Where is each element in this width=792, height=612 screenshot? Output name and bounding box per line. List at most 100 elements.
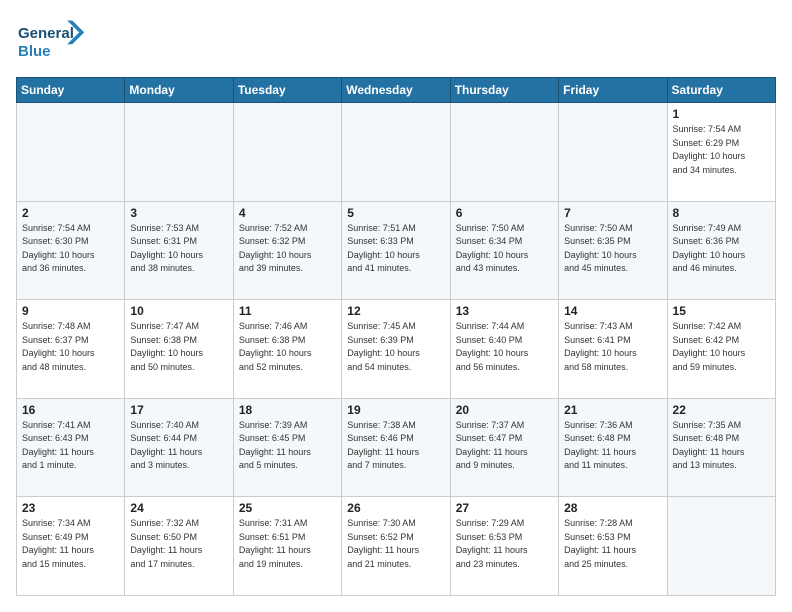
day-number: 4 xyxy=(239,206,336,220)
logo: General Blue xyxy=(16,16,106,69)
day-number: 23 xyxy=(22,501,119,515)
day-number: 3 xyxy=(130,206,227,220)
day-cell: 21 Sunrise: 7:36 AMSunset: 6:48 PMDayligh… xyxy=(559,398,667,497)
day-cell: 8Sunrise: 7:49 AMSunset: 6:36 PMDaylight… xyxy=(667,201,775,300)
day-info: Sunrise: 7:50 AMSunset: 6:35 PMDaylight:… xyxy=(564,222,661,276)
day-number: 22 xyxy=(673,403,770,417)
day-number: 17 xyxy=(130,403,227,417)
day-info: Sunrise: 7:54 AMSunset: 6:30 PMDaylight:… xyxy=(22,222,119,276)
day-info: Sunrise: 7:42 AMSunset: 6:42 PMDaylight:… xyxy=(673,320,770,374)
day-cell xyxy=(233,103,341,202)
day-cell: 24Sunrise: 7:32 AMSunset: 6:50 PMDayligh… xyxy=(125,497,233,596)
day-info: Sunrise: 7:50 AMSunset: 6:34 PMDaylight:… xyxy=(456,222,553,276)
day-cell: 3 Sunrise: 7:53 AMSunset: 6:31 PMDaylight… xyxy=(125,201,233,300)
day-cell: 16Sunrise: 7:41 AMSunset: 6:43 PMDayligh… xyxy=(17,398,125,497)
day-number: 10 xyxy=(130,304,227,318)
svg-text:Blue: Blue xyxy=(18,43,51,60)
day-cell: 7 Sunrise: 7:50 AMSunset: 6:35 PMDaylight… xyxy=(559,201,667,300)
calendar-page: General Blue SundayMondayTuesdayWednesda… xyxy=(0,0,792,612)
day-info: Sunrise: 7:38 AMSunset: 6:46 PMDaylight:… xyxy=(347,419,444,473)
day-cell: 1 Sunrise: 7:54 AMSunset: 6:29 PMDaylight… xyxy=(667,103,775,202)
day-info: Sunrise: 7:53 AMSunset: 6:31 PMDaylight:… xyxy=(130,222,227,276)
day-number: 16 xyxy=(22,403,119,417)
day-cell xyxy=(125,103,233,202)
weekday-wednesday: Wednesday xyxy=(342,78,450,103)
day-cell: 19 Sunrise: 7:38 AMSunset: 6:46 PMDayligh… xyxy=(342,398,450,497)
day-info: Sunrise: 7:39 AMSunset: 6:45 PMDaylight:… xyxy=(239,419,336,473)
day-info: Sunrise: 7:45 AMSunset: 6:39 PMDaylight:… xyxy=(347,320,444,374)
day-info: Sunrise: 7:37 AMSunset: 6:47 PMDaylight:… xyxy=(456,419,553,473)
day-number: 6 xyxy=(456,206,553,220)
day-info: Sunrise: 7:44 AMSunset: 6:40 PMDaylight:… xyxy=(456,320,553,374)
day-number: 8 xyxy=(673,206,770,220)
week-row-5: 23 Sunrise: 7:34 AMSunset: 6:49 PMDayligh… xyxy=(17,497,776,596)
day-cell xyxy=(667,497,775,596)
day-info: Sunrise: 7:40 AMSunset: 6:44 PMDaylight:… xyxy=(130,419,227,473)
week-row-2: 2Sunrise: 7:54 AMSunset: 6:30 PMDaylight… xyxy=(17,201,776,300)
day-cell: 12 Sunrise: 7:45 AMSunset: 6:39 PMDayligh… xyxy=(342,300,450,399)
day-info: Sunrise: 7:47 AMSunset: 6:38 PMDaylight:… xyxy=(130,320,227,374)
day-info: Sunrise: 7:35 AMSunset: 6:48 PMDaylight:… xyxy=(673,419,770,473)
day-cell: 2Sunrise: 7:54 AMSunset: 6:30 PMDaylight… xyxy=(17,201,125,300)
day-info: Sunrise: 7:51 AMSunset: 6:33 PMDaylight:… xyxy=(347,222,444,276)
calendar-table: SundayMondayTuesdayWednesdayThursdayFrid… xyxy=(16,77,776,596)
day-cell: 15 Sunrise: 7:42 AMSunset: 6:42 PMDayligh… xyxy=(667,300,775,399)
week-row-4: 16Sunrise: 7:41 AMSunset: 6:43 PMDayligh… xyxy=(17,398,776,497)
day-number: 7 xyxy=(564,206,661,220)
day-number: 20 xyxy=(456,403,553,417)
day-number: 19 xyxy=(347,403,444,417)
day-cell: 14Sunrise: 7:43 AMSunset: 6:41 PMDayligh… xyxy=(559,300,667,399)
header: General Blue xyxy=(16,16,776,69)
day-number: 13 xyxy=(456,304,553,318)
weekday-friday: Friday xyxy=(559,78,667,103)
day-info: Sunrise: 7:32 AMSunset: 6:50 PMDaylight:… xyxy=(130,517,227,571)
weekday-thursday: Thursday xyxy=(450,78,558,103)
day-info: Sunrise: 7:46 AMSunset: 6:38 PMDaylight:… xyxy=(239,320,336,374)
day-info: Sunrise: 7:52 AMSunset: 6:32 PMDaylight:… xyxy=(239,222,336,276)
week-row-1: 1 Sunrise: 7:54 AMSunset: 6:29 PMDaylight… xyxy=(17,103,776,202)
day-info: Sunrise: 7:28 AMSunset: 6:53 PMDaylight:… xyxy=(564,517,661,571)
day-cell: 5 Sunrise: 7:51 AMSunset: 6:33 PMDaylight… xyxy=(342,201,450,300)
weekday-monday: Monday xyxy=(125,78,233,103)
day-cell xyxy=(559,103,667,202)
day-number: 9 xyxy=(22,304,119,318)
weekday-header-row: SundayMondayTuesdayWednesdayThursdayFrid… xyxy=(17,78,776,103)
day-cell: 13 Sunrise: 7:44 AMSunset: 6:40 PMDayligh… xyxy=(450,300,558,399)
day-cell: 28 Sunrise: 7:28 AMSunset: 6:53 PMDayligh… xyxy=(559,497,667,596)
day-number: 12 xyxy=(347,304,444,318)
day-cell: 6 Sunrise: 7:50 AMSunset: 6:34 PMDaylight… xyxy=(450,201,558,300)
day-number: 14 xyxy=(564,304,661,318)
day-number: 11 xyxy=(239,304,336,318)
day-number: 15 xyxy=(673,304,770,318)
day-cell: 11 Sunrise: 7:46 AMSunset: 6:38 PMDayligh… xyxy=(233,300,341,399)
day-cell xyxy=(17,103,125,202)
weekday-sunday: Sunday xyxy=(17,78,125,103)
logo-icon: General Blue xyxy=(16,16,106,64)
day-cell xyxy=(450,103,558,202)
day-number: 1 xyxy=(673,107,770,121)
day-info: Sunrise: 7:30 AMSunset: 6:52 PMDaylight:… xyxy=(347,517,444,571)
day-number: 28 xyxy=(564,501,661,515)
day-info: Sunrise: 7:36 AMSunset: 6:48 PMDaylight:… xyxy=(564,419,661,473)
day-info: Sunrise: 7:54 AMSunset: 6:29 PMDaylight:… xyxy=(673,123,770,177)
day-number: 26 xyxy=(347,501,444,515)
day-cell xyxy=(342,103,450,202)
day-cell: 25 Sunrise: 7:31 AMSunset: 6:51 PMDayligh… xyxy=(233,497,341,596)
svg-text:General: General xyxy=(18,25,74,42)
day-number: 21 xyxy=(564,403,661,417)
day-info: Sunrise: 7:48 AMSunset: 6:37 PMDaylight:… xyxy=(22,320,119,374)
weekday-saturday: Saturday xyxy=(667,78,775,103)
day-number: 25 xyxy=(239,501,336,515)
day-cell: 10 Sunrise: 7:47 AMSunset: 6:38 PMDayligh… xyxy=(125,300,233,399)
day-info: Sunrise: 7:31 AMSunset: 6:51 PMDaylight:… xyxy=(239,517,336,571)
day-info: Sunrise: 7:34 AMSunset: 6:49 PMDaylight:… xyxy=(22,517,119,571)
day-number: 27 xyxy=(456,501,553,515)
day-number: 5 xyxy=(347,206,444,220)
day-cell: 18Sunrise: 7:39 AMSunset: 6:45 PMDayligh… xyxy=(233,398,341,497)
day-cell: 26 Sunrise: 7:30 AMSunset: 6:52 PMDayligh… xyxy=(342,497,450,596)
day-cell: 4 Sunrise: 7:52 AMSunset: 6:32 PMDaylight… xyxy=(233,201,341,300)
week-row-3: 9 Sunrise: 7:48 AMSunset: 6:37 PMDaylight… xyxy=(17,300,776,399)
day-cell: 17 Sunrise: 7:40 AMSunset: 6:44 PMDayligh… xyxy=(125,398,233,497)
day-cell: 22 Sunrise: 7:35 AMSunset: 6:48 PMDayligh… xyxy=(667,398,775,497)
day-cell: 23 Sunrise: 7:34 AMSunset: 6:49 PMDayligh… xyxy=(17,497,125,596)
